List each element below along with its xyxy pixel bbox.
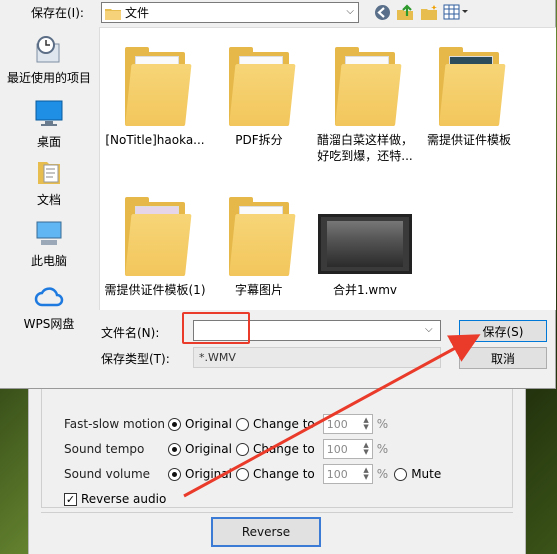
save-in-combo[interactable]: 文件 ⌵ — [101, 2, 359, 23]
place-label: 桌面 — [36, 135, 61, 149]
file-type-label: 保存类型(T): — [101, 352, 170, 366]
file-name: 需提供证件模板(1) — [104, 283, 206, 297]
fast-slow-change-label: Change to — [252, 417, 315, 431]
file-name-label: 文件名(N): — [101, 326, 160, 340]
cloud-icon — [33, 280, 65, 312]
reverse-button[interactable]: Reverse — [211, 517, 321, 547]
current-folder-name: 文件 — [125, 6, 150, 20]
place-desktop[interactable]: 桌面 — [4, 98, 94, 150]
sound-tempo-original-label: Original — [185, 442, 232, 456]
mute-label: Mute — [411, 467, 442, 481]
sound-tempo-change-label: Change to — [252, 442, 315, 456]
file-item-folder[interactable]: [NoTitle]haoka... — [100, 44, 210, 148]
sound-volume-unit: % — [376, 467, 389, 481]
file-item-folder[interactable]: PDF拆分 — [204, 44, 314, 148]
annotation-highlight-box — [182, 312, 250, 344]
place-label: 文档 — [36, 193, 61, 207]
stepper-arrows-icon: ▲ ▼ — [363, 416, 369, 431]
fast-slow-change-radio[interactable] — [235, 417, 249, 431]
fast-slow-unit: % — [376, 417, 389, 431]
sound-tempo-label: Sound tempo — [64, 442, 145, 456]
reverse-audio-checkbox[interactable]: ✓ — [64, 492, 77, 506]
file-name: 合并1.wmv — [332, 283, 398, 297]
back-icon[interactable] — [372, 3, 392, 21]
up-folder-icon[interactable] — [395, 3, 415, 21]
file-name: [NoTitle]haoka... — [105, 133, 205, 147]
recent-items-icon — [33, 34, 65, 66]
divider — [41, 512, 513, 513]
sound-volume-original-radio[interactable] — [168, 467, 181, 481]
chevron-down-icon: ⌵ — [346, 6, 354, 17]
folder-icon — [105, 7, 121, 20]
sound-volume-row: Sound volume Original Change to 100 ▲ ▼ % … — [64, 464, 441, 484]
folder-icon — [223, 194, 296, 278]
file-type-select[interactable]: *.WMV — [193, 347, 441, 368]
file-list-view: [NoTitle]haoka... PDF拆分 醋溜白菜这样做，好吃到爆，还特.… — [99, 27, 556, 310]
sound-tempo-value-stepper[interactable]: 100 ▲ ▼ — [322, 439, 373, 459]
fast-slow-original-radio[interactable] — [168, 417, 181, 431]
file-name: 需提供证件模板 — [426, 133, 511, 147]
video-file-icon — [318, 194, 412, 278]
folder-icon — [119, 194, 192, 278]
place-label: WPS网盘 — [23, 317, 75, 331]
sound-volume-value: 100 — [326, 467, 348, 481]
folder-icon — [119, 44, 192, 128]
folder-icon — [433, 44, 506, 128]
chevron-down-icon[interactable]: ⌵ — [425, 324, 433, 335]
place-documents[interactable]: 文档 — [4, 156, 94, 208]
documents-icon — [33, 156, 65, 188]
file-name: 字幕图片 — [234, 283, 283, 297]
folder-icon — [329, 44, 402, 128]
file-name: 醋溜白菜这样做，好吃到爆，还特... — [316, 133, 413, 163]
reverse-audio-row: ✓ Reverse audio — [64, 489, 166, 509]
sound-tempo-value: 100 — [326, 442, 348, 456]
sound-tempo-change-radio[interactable] — [235, 442, 249, 456]
place-this-pc[interactable]: 此电脑 — [4, 217, 94, 269]
sound-volume-change-radio[interactable] — [235, 467, 249, 481]
sound-volume-label: Sound volume — [64, 467, 151, 481]
sound-tempo-row: Sound tempo Original Change to 100 ▲ ▼ % — [64, 439, 394, 459]
file-item-folder[interactable]: 醋溜白菜这样做，好吃到爆，还特... — [310, 44, 420, 164]
save-dialog: 保存在(I): 文件 ⌵ 最近使用的项目 桌面 文档 此电脑 WPS网盘 [No… — [0, 0, 556, 389]
fast-slow-original-label: Original — [185, 417, 232, 431]
folder-icon — [223, 44, 296, 128]
save-button[interactable]: 保存(S) — [459, 320, 547, 342]
cancel-button[interactable]: 取消 — [459, 347, 547, 369]
file-item-folder[interactable]: 需提供证件模板(1) — [100, 194, 210, 298]
stepper-arrows-icon: ▲ ▼ — [363, 466, 369, 481]
reverse-audio-label: Reverse audio — [81, 492, 167, 506]
place-label: 最近使用的项目 — [6, 71, 91, 85]
mute-radio[interactable] — [394, 467, 408, 481]
sound-volume-original-label: Original — [185, 467, 232, 481]
sound-volume-value-stepper[interactable]: 100 ▲ ▼ — [322, 464, 373, 484]
this-pc-icon — [33, 217, 65, 249]
file-name: PDF拆分 — [235, 133, 283, 147]
sound-volume-change-label: Change to — [252, 467, 315, 481]
place-recent[interactable]: 最近使用的项目 — [4, 34, 94, 86]
file-item-folder[interactable]: 字幕图片 — [204, 194, 314, 298]
view-menu-icon[interactable] — [443, 3, 469, 21]
stepper-arrows-icon: ▲ ▼ — [363, 441, 369, 456]
fast-slow-value-stepper[interactable]: 100 ▲ ▼ — [322, 414, 373, 434]
fast-slow-motion-label: Fast-slow motion — [64, 417, 166, 431]
audio-options-panel: Fast-slow motion Original Change to 100 ▲… — [28, 360, 526, 554]
file-item-video[interactable]: 合并1.wmv — [310, 194, 420, 298]
file-item-folder[interactable]: 需提供证件模板 — [414, 44, 524, 148]
save-in-label: 保存在(I): — [31, 6, 84, 20]
place-label: 此电脑 — [30, 254, 67, 268]
place-wps-cloud[interactable]: WPS网盘 — [4, 280, 94, 332]
desktop-icon — [33, 98, 65, 130]
fast-slow-value: 100 — [326, 417, 348, 431]
fast-slow-motion-row: Fast-slow motion Original Change to 100 ▲… — [64, 414, 394, 434]
new-folder-icon[interactable] — [419, 3, 439, 21]
sound-tempo-unit: % — [376, 442, 389, 456]
sound-tempo-original-radio[interactable] — [168, 442, 181, 456]
